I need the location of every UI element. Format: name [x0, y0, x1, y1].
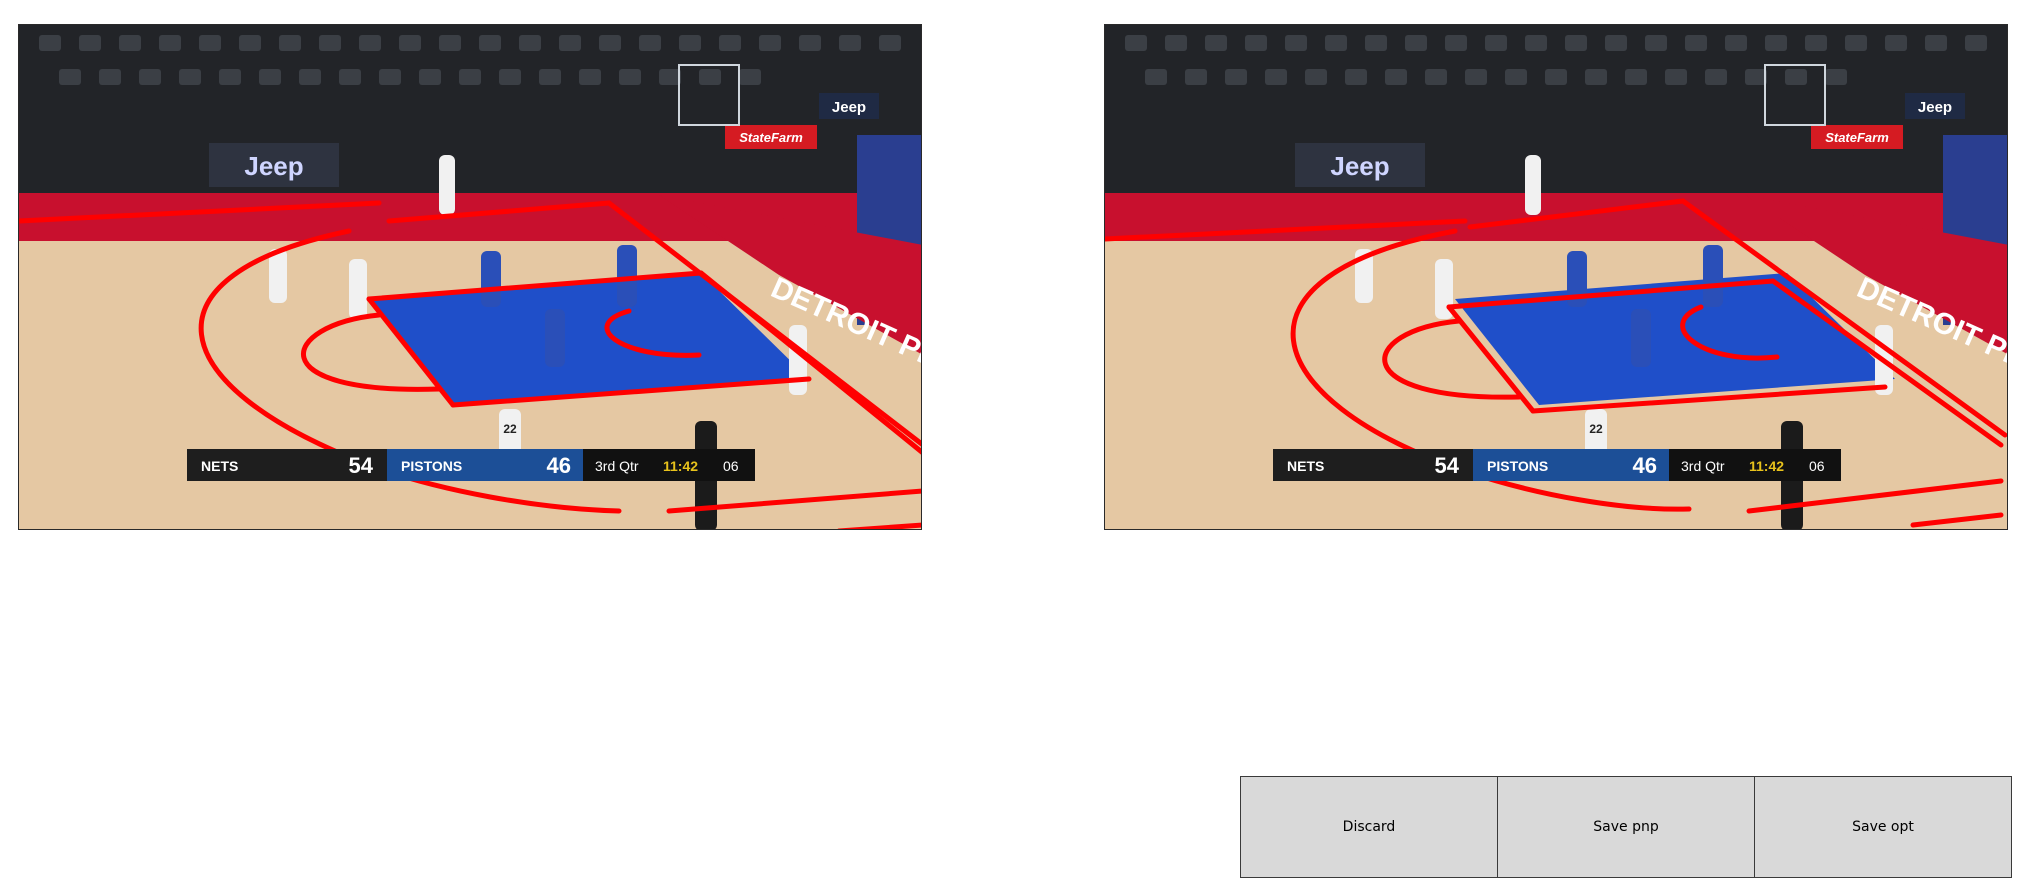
svg-text:Jeep: Jeep [832, 99, 866, 116]
svg-text:3rd Qtr: 3rd Qtr [1681, 458, 1725, 474]
scorebug: NETS 54 PISTONS 46 3rd Qtr 11:42 06 [1273, 449, 1841, 481]
svg-text:PISTONS: PISTONS [401, 458, 462, 474]
svg-text:06: 06 [1809, 458, 1825, 474]
svg-text:11:42: 11:42 [1749, 458, 1784, 474]
svg-text:3rd Qtr: 3rd Qtr [595, 458, 639, 474]
court-frame-optimized: Jeep StateFarm Jeep DETROIT PISTONS 22 [1104, 24, 2008, 530]
svg-text:22: 22 [1589, 422, 1603, 436]
svg-text:Jeep: Jeep [244, 151, 303, 181]
court-frame-original: Jeep StateFarm Jeep DETROIT PISTONS 22 [18, 24, 922, 530]
svg-text:46: 46 [547, 453, 571, 478]
svg-text:StateFarm: StateFarm [739, 130, 803, 145]
svg-text:54: 54 [1435, 453, 1460, 478]
svg-text:46: 46 [1633, 453, 1657, 478]
svg-text:NETS: NETS [1287, 458, 1324, 474]
svg-text:Jeep: Jeep [1918, 99, 1952, 116]
svg-text:11:42: 11:42 [663, 458, 698, 474]
svg-text:NETS: NETS [201, 458, 238, 474]
action-button-row: Discard Save pnp Save opt [1240, 776, 2012, 878]
svg-text:22: 22 [503, 422, 517, 436]
save-opt-button[interactable]: Save opt [1754, 776, 2012, 878]
svg-text:54: 54 [349, 453, 374, 478]
svg-text:Jeep: Jeep [1330, 151, 1389, 181]
svg-text:PISTONS: PISTONS [1487, 458, 1548, 474]
discard-button[interactable]: Discard [1240, 776, 1498, 878]
svg-text:06: 06 [723, 458, 739, 474]
scorebug: NETS 54 PISTONS 46 3rd Qtr 11:42 06 [187, 449, 755, 481]
save-pnp-button[interactable]: Save pnp [1497, 776, 1755, 878]
svg-text:StateFarm: StateFarm [1825, 130, 1889, 145]
